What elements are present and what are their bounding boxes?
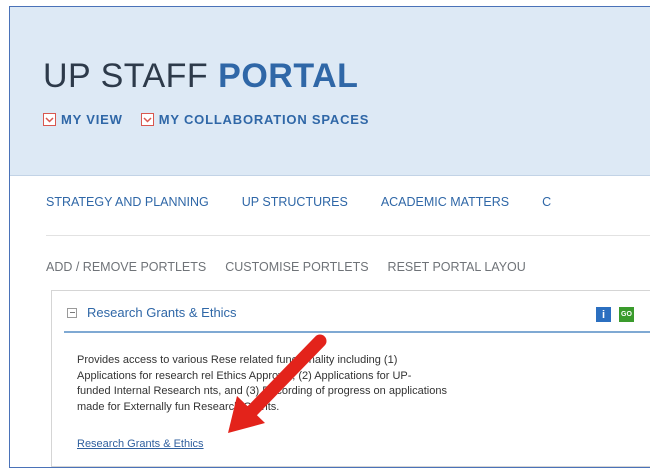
portal-title: UP STAFF PORTAL (43, 57, 358, 96)
portal-title-bold: PORTAL (218, 57, 359, 95)
chevron-down-icon (140, 113, 154, 126)
nav-up-structures[interactable]: UP STRUCTURES (242, 195, 348, 209)
description-line: made for Externally fun Research Grants. (77, 400, 280, 413)
portlet-header: Research Grants & Ethics (67, 305, 237, 320)
portlet-title[interactable]: Research Grants & Ethics (87, 305, 237, 320)
portlet-description: Provides access to various Rese related … (77, 353, 650, 415)
description-line: funded Internal Research nts, and (3) Re… (77, 385, 447, 397)
my-view-menu[interactable]: MY VIEW (43, 112, 123, 127)
reset-portal-layout-link[interactable]: RESET PORTAL LAYOU (388, 260, 526, 274)
nav-truncated-item[interactable]: C (542, 195, 551, 209)
my-collaboration-spaces-label: MY COLLABORATION SPACES (158, 112, 370, 127)
research-grants-link[interactable]: Research Grants & Ethics (77, 438, 204, 450)
add-remove-portlets-link[interactable]: ADD / REMOVE PORTLETS (46, 260, 206, 274)
header-subnav: MY VIEW MY COLLABORATION SPACES (43, 112, 369, 127)
my-view-label: MY VIEW (61, 112, 123, 127)
portlet-icons: i GO (596, 307, 634, 322)
collapse-icon[interactable] (67, 307, 77, 318)
nav-academic-matters[interactable]: ACADEMIC MATTERS (381, 195, 509, 209)
portal-header: UP STAFF PORTAL MY VIEW MY COLLABORATION… (10, 7, 650, 176)
research-grants-portlet: Research Grants & Ethics i GO Provides a… (51, 290, 650, 467)
go-icon[interactable]: GO (619, 307, 634, 322)
customise-portlets-link[interactable]: CUSTOMISE PORTLETS (225, 260, 368, 274)
nav-divider (46, 235, 650, 236)
portal-frame: UP STAFF PORTAL MY VIEW MY COLLABORATION… (9, 6, 650, 468)
description-line: Provides access to various Rese related … (77, 354, 398, 366)
nav-strategy-and-planning[interactable]: STRATEGY AND PLANNING (46, 195, 209, 209)
my-collaboration-spaces-menu[interactable]: MY COLLABORATION SPACES (140, 112, 370, 127)
portlet-header-rule (64, 331, 650, 333)
info-icon[interactable]: i (596, 307, 611, 322)
portlet-actions-nav: ADD / REMOVE PORTLETS CUSTOMISE PORTLETS… (46, 260, 526, 274)
chevron-down-icon (43, 113, 56, 126)
description-line: Applications for research rel Ethics App… (77, 369, 412, 382)
portal-title-light: UP STAFF (43, 57, 209, 95)
main-nav: STRATEGY AND PLANNING UP STRUCTURES ACAD… (46, 195, 551, 209)
